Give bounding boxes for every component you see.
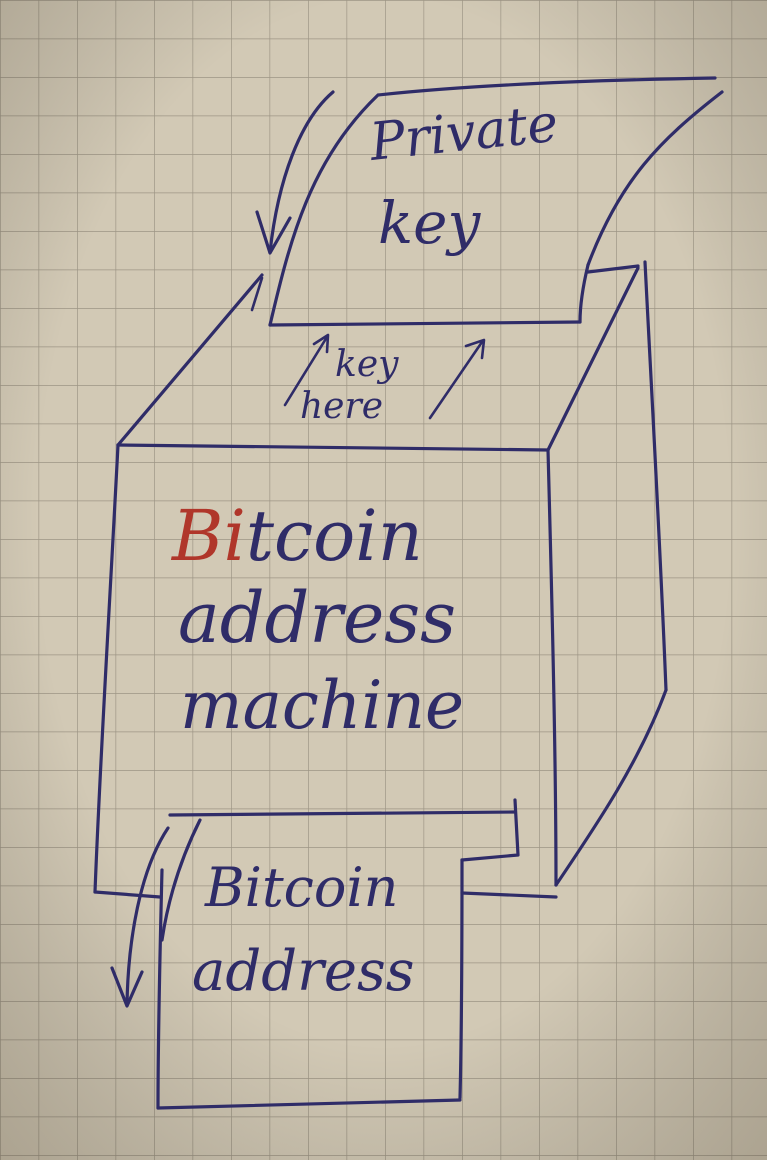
machine-label-accent: Bi [170,495,246,577]
bitcoin-address-line2: address [192,939,414,1004]
diagram-canvas: Private key key here Bitcoin address mac… [0,0,767,1160]
slot-label-line1: key [335,344,399,385]
private-key-line2: key [378,189,481,257]
machine-label-rest: tcoin [246,495,423,577]
bitcoin-machine-sketch: Private key key here Bitcoin address mac… [0,0,767,1160]
machine-label-line1: Bitcoin [170,495,423,577]
machine-label-line2: address [178,577,456,659]
slot-label-line2: here [300,386,383,427]
bitcoin-address-line1: Bitcoin [204,856,398,919]
machine-label-line3: machine [180,667,464,744]
machine-label: Bitcoin address machine [170,495,464,744]
